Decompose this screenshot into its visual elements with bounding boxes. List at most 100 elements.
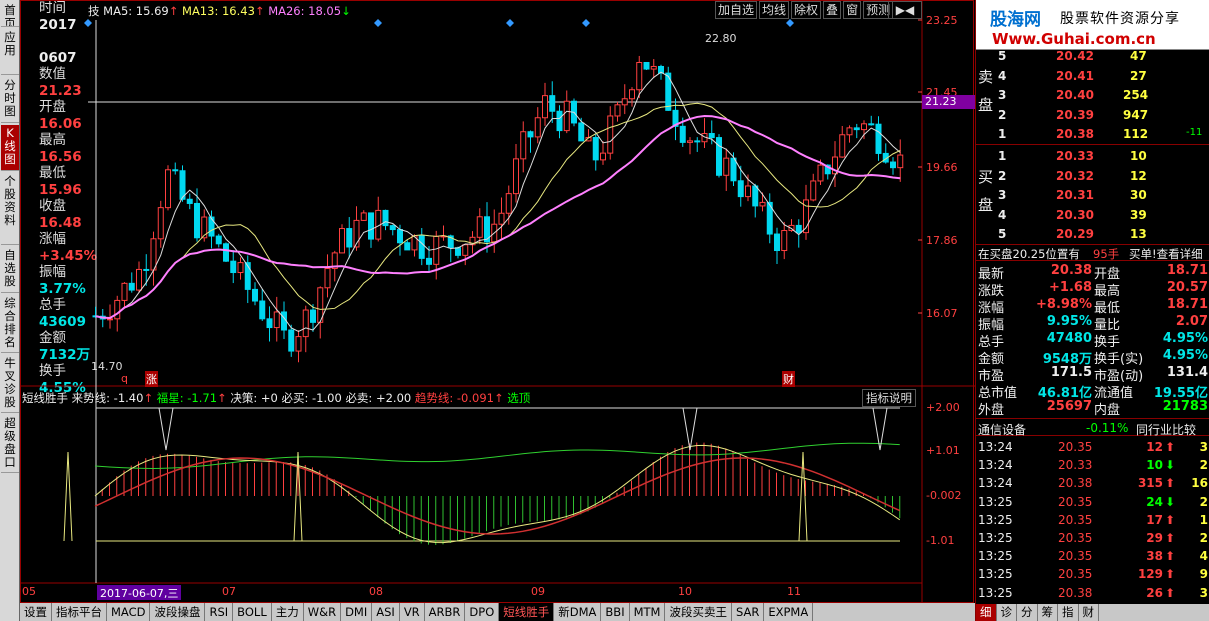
indicator-tab-9[interactable]: ASI xyxy=(372,603,400,621)
tick-time: 13:24 xyxy=(978,458,1013,473)
tick-volume: 10 xyxy=(1146,458,1163,473)
mark-q[interactable]: q xyxy=(121,372,128,385)
tick-time: 13:24 xyxy=(978,440,1013,454)
month-tick: 09 xyxy=(531,585,545,598)
indicator-axis-tick: -1.01 xyxy=(926,534,955,547)
indicator-name[interactable]: 短线胜手 xyxy=(22,391,68,405)
level-num: 2 xyxy=(998,107,1007,122)
indicator-tab-15[interactable]: BBI xyxy=(601,603,630,621)
tick-price: 20.35 xyxy=(1058,512,1093,527)
candle-body xyxy=(498,212,505,225)
indicator-tab-0[interactable]: 设置 xyxy=(20,603,52,621)
indicator-tab-5[interactable]: BOLL xyxy=(233,603,272,621)
sector-compare-link[interactable]: 同行业比较 xyxy=(1136,421,1196,438)
stat-row-5: 金额 9548万 换手(实) 4.95% xyxy=(976,348,1209,367)
indicator-tab-7[interactable]: W&R xyxy=(304,603,342,621)
buy-level-2[interactable]: 2 20.32 12 xyxy=(976,168,1209,186)
nav-arrows-button[interactable]: ▶◀ xyxy=(888,1,922,19)
event-diamond-icon xyxy=(84,19,92,27)
indicator-tab-2[interactable]: MACD xyxy=(107,603,151,621)
sell-level-5[interactable]: 5 20.42 47 xyxy=(976,48,1209,66)
mark-zhang[interactable]: 涨 xyxy=(145,371,158,387)
qushi-value: 趋势线: -0.091 xyxy=(414,391,494,405)
stat-row-6: 市盈 171.5 市盈(动) 131.4 xyxy=(976,365,1209,384)
indicator-tab-8[interactable]: DMI xyxy=(341,603,373,621)
candle-body xyxy=(897,154,904,169)
buy-level-4[interactable]: 4 20.30 39 xyxy=(976,207,1209,225)
indicator-tab-17[interactable]: 波段买卖王 xyxy=(665,603,732,621)
level-volume: 112 xyxy=(1123,127,1149,141)
buy-level-1[interactable]: 1 20.33 10 xyxy=(976,148,1209,166)
indicator-tab-18[interactable]: SAR xyxy=(732,603,765,621)
stat-label: 外盘 xyxy=(978,403,1005,418)
sell-level-3[interactable]: 3 20.40 254 xyxy=(976,87,1209,105)
candle-body xyxy=(846,127,853,136)
level-price: 20.40 xyxy=(1056,88,1094,102)
tick-volume: 17 xyxy=(1146,512,1163,527)
candle-body xyxy=(730,157,737,182)
mark-cai[interactable]: 财 xyxy=(782,371,795,387)
indicator-tab-14[interactable]: 新DMA xyxy=(554,603,602,621)
indicator-tab-13[interactable]: 短线胜手 xyxy=(499,603,555,621)
arrow-down-icon: ⬇ xyxy=(1165,458,1176,473)
candle-body xyxy=(121,282,128,301)
tick-volume: 29 xyxy=(1146,531,1163,545)
right-tab-5[interactable]: 财 xyxy=(1079,604,1099,621)
level-num: 1 xyxy=(998,149,1007,163)
month-tick: 08 xyxy=(369,585,383,598)
right-tab-1[interactable]: 诊 xyxy=(997,604,1017,621)
right-tab-2[interactable]: 分 xyxy=(1017,604,1038,621)
juece-value: 决策: +0 xyxy=(230,391,278,405)
toolbar-button-0[interactable]: 加自选 xyxy=(715,1,758,19)
level-volume: 13 xyxy=(1130,227,1147,241)
indicator-help-button[interactable]: 指标说明 xyxy=(862,389,916,407)
stat-row-4: 总手 47480 换手 4.95% xyxy=(976,331,1209,350)
stat-row-8: 外盘 25697 内盘 21783 xyxy=(976,399,1209,418)
summary-link[interactable]: 买单!查看详细 xyxy=(1129,246,1203,262)
candle-body xyxy=(288,329,295,352)
sell-level-1[interactable]: 1 20.38 112 -11 xyxy=(976,126,1209,144)
level-volume: 947 xyxy=(1123,107,1149,122)
buy-level-3[interactable]: 3 20.31 30 xyxy=(976,187,1209,205)
buy-level-5[interactable]: 5 20.29 13 xyxy=(976,226,1209,244)
ma-prefix: 技 xyxy=(88,4,100,18)
toolbar-button-3[interactable]: 叠 xyxy=(823,1,842,19)
candle-body xyxy=(230,260,237,274)
tick-time: 13:25 xyxy=(978,549,1013,564)
tick-volume: 315 xyxy=(1137,476,1163,491)
sell-level-4[interactable]: 4 20.41 27 xyxy=(976,68,1209,86)
right-tab-4[interactable]: 指 xyxy=(1058,604,1079,621)
stat-row-7: 总市值 46.81亿 流通值 19.55亿 xyxy=(976,382,1209,401)
indicator-tab-1[interactable]: 指标平台 xyxy=(52,603,107,621)
candle-body xyxy=(476,216,483,238)
indicator-tab-19[interactable]: EXPMA xyxy=(764,603,814,621)
month-tick: 07 xyxy=(222,585,236,598)
arrow-up-icon: ⬆ xyxy=(1165,476,1176,491)
toolbar-button-4[interactable]: 窗 xyxy=(843,1,862,19)
indicator-tab-12[interactable]: DPO xyxy=(465,603,500,621)
candle-body xyxy=(368,212,374,240)
order-summary[interactable]: 在买盘20.25位置有 95手 买单!查看详细 xyxy=(976,244,1209,261)
indicator-tab-16[interactable]: MTM xyxy=(630,603,666,621)
sector-name[interactable]: 通信设备 xyxy=(978,421,1026,438)
stat-value: 9.95% xyxy=(1046,314,1092,329)
indicator-tab-4[interactable]: RSI xyxy=(205,603,234,621)
tick-price: 20.35 xyxy=(1058,440,1093,454)
indicator-tab-10[interactable]: VR xyxy=(400,603,425,621)
candle-body xyxy=(389,225,396,231)
indicator-tab-11[interactable]: ARBR xyxy=(425,603,466,621)
indicator-tab-6[interactable]: 主力 xyxy=(272,603,304,621)
fuxing-value: 福星: -1.71 xyxy=(156,391,218,405)
candle-body xyxy=(694,140,701,143)
sector-pct: -0.11% xyxy=(1086,421,1129,435)
indicator-tab-3[interactable]: 波段操盘 xyxy=(150,603,206,621)
right-tab-3[interactable]: 筹 xyxy=(1038,604,1058,621)
candle-body xyxy=(114,299,121,320)
toolbar-button-2[interactable]: 除权 xyxy=(791,1,822,19)
k-line-chart[interactable] xyxy=(0,0,975,603)
right-tab-0[interactable]: 细 xyxy=(976,604,997,621)
level-price: 20.30 xyxy=(1056,207,1094,222)
toolbar-button-1[interactable]: 均线 xyxy=(759,1,790,19)
sell-level-2[interactable]: 2 20.39 947 xyxy=(976,107,1209,125)
tick-time: 13:24 xyxy=(978,476,1013,491)
